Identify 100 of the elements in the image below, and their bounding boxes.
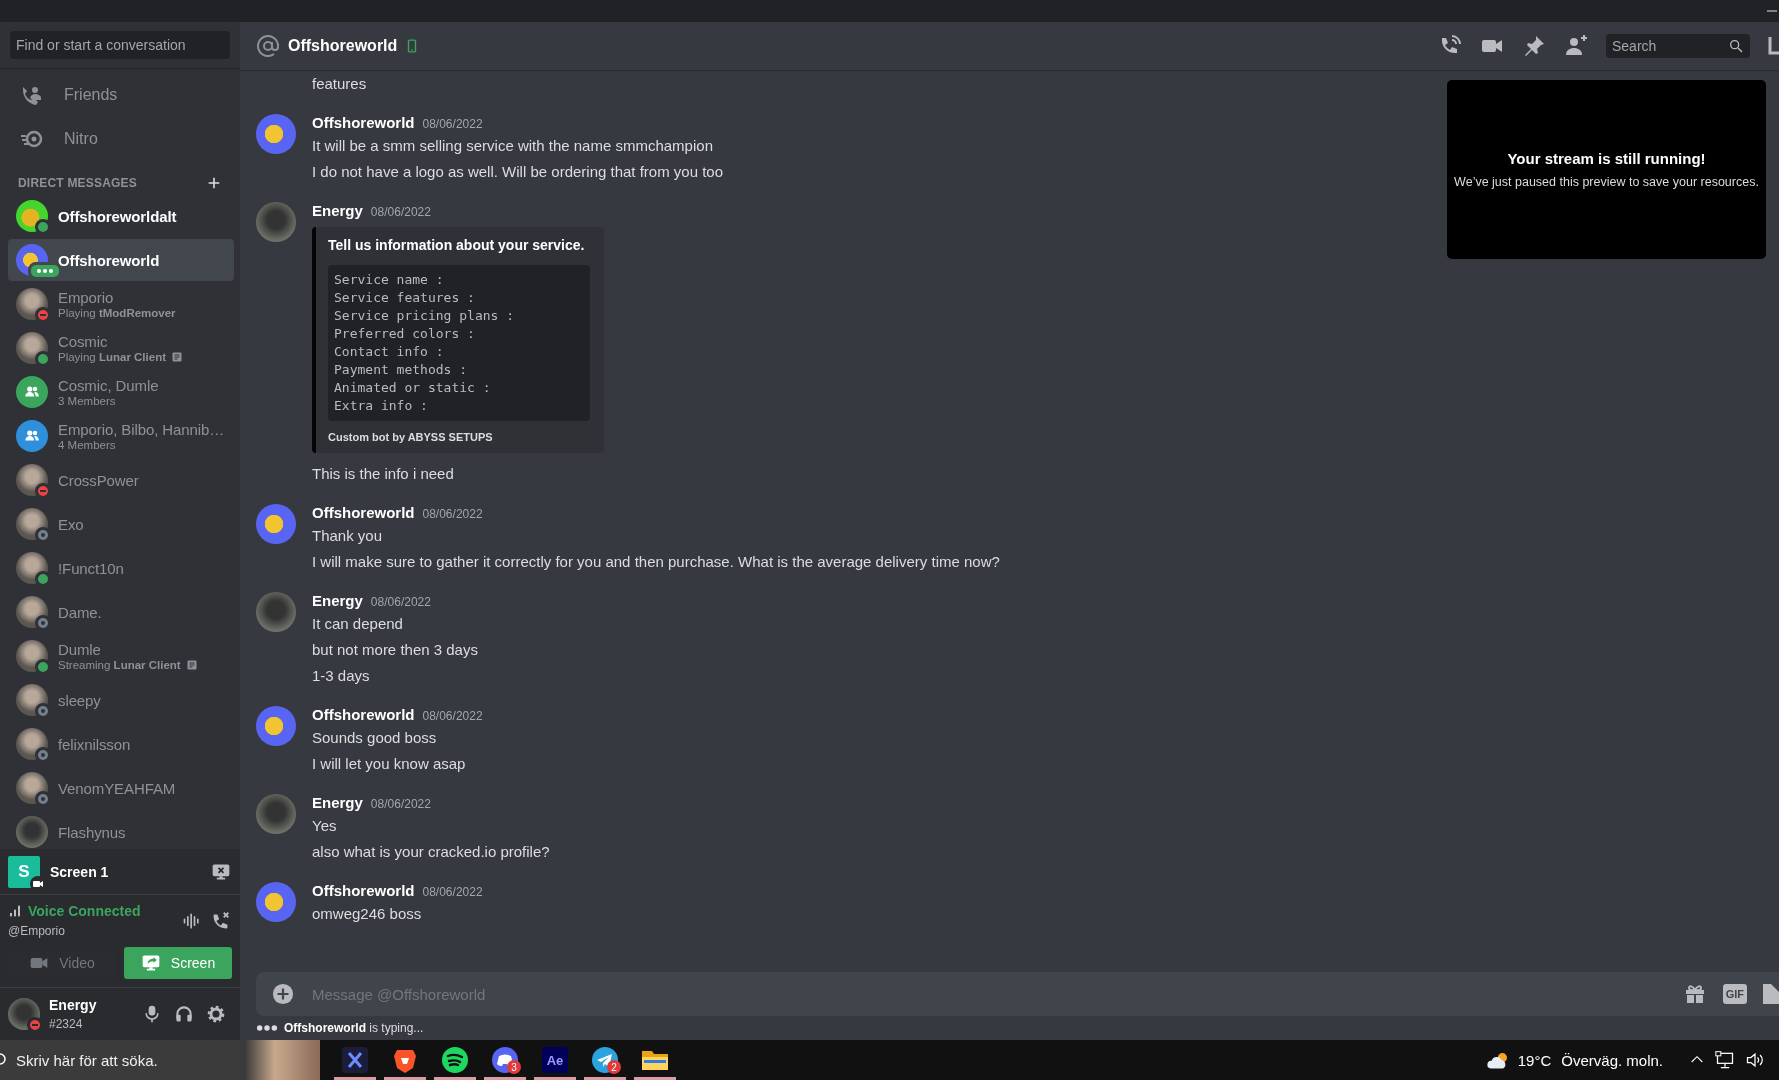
network-icon[interactable]	[1715, 1050, 1735, 1070]
conversation-item[interactable]: Emporio Playing tModRemover	[8, 283, 234, 325]
stripes-circle-icon	[441, 1046, 469, 1074]
conversation-name: Emporio, Bilbo, Hannib…	[58, 421, 225, 438]
message-text: It will be a smm selling service with the name smmchampion	[312, 137, 713, 154]
preview-title: Your stream is still running!	[1507, 150, 1706, 167]
channel-title: Offshoreworld	[288, 37, 398, 55]
taskbar-search-field[interactable]: Skriv här för att söka.	[8, 1040, 245, 1080]
conversation-item[interactable]: Dumle Streaming Lunar Client	[8, 635, 234, 677]
message-author: Energy	[312, 793, 363, 813]
avatar-photo	[8, 998, 40, 1030]
app-label: Ae	[546, 1052, 564, 1068]
stream-title: Screen 1	[50, 863, 109, 880]
user-tag: #2324	[49, 1017, 83, 1031]
message-text: 1-3 days	[312, 667, 370, 684]
at-icon	[256, 34, 280, 58]
screen-share-button[interactable]: Screen	[124, 947, 232, 979]
message-text: I will make sure to gather it correctly for you and then purchase. What is the average delivery time now?	[312, 553, 1000, 570]
conversation-name: CrossPower	[58, 471, 139, 489]
conversation-item[interactable]: Cosmic Playing Lunar Client	[8, 327, 234, 369]
conversation-item[interactable]: felixnilsson	[8, 723, 234, 765]
conversation-item[interactable]: Offshoreworld	[8, 239, 234, 281]
conversation-item[interactable]: sleepy	[8, 679, 234, 721]
message-author: Offshoreworld	[312, 881, 415, 901]
settings-icon[interactable]	[206, 1004, 226, 1024]
x-logo-icon	[341, 1046, 369, 1074]
activity-text: 3 Members	[58, 395, 116, 407]
conversation-item[interactable]: Exo	[8, 503, 234, 545]
conversation-item[interactable]: Dame.	[8, 591, 234, 633]
conversation-name: !Funct10n	[58, 559, 124, 577]
typing-indicator: Offshoreworld is typing...	[284, 1021, 424, 1035]
message-text: omweg246 boss	[312, 905, 422, 922]
conversation-item[interactable]: CrossPower	[8, 459, 234, 501]
notification-badge: 2	[607, 1060, 621, 1074]
activity-text: Playing Lunar Client	[58, 351, 166, 363]
taskbar-app[interactable]: Ae	[530, 1040, 580, 1080]
message-author: Offshoreworld	[312, 503, 415, 523]
nav-item[interactable]: Nitro	[64, 130, 98, 148]
message-text: I will let you know asap	[312, 755, 466, 772]
message-author: Energy	[312, 591, 363, 611]
conversation-name: VenomYEAHFAM	[58, 779, 176, 797]
search-field[interactable]: Find or start a conversation	[10, 31, 230, 59]
message-text: Sounds good boss	[312, 729, 437, 746]
activity-text: Streaming Lunar Client	[58, 659, 181, 671]
plus-icon[interactable]	[206, 175, 222, 191]
message-author: Offshoreworld	[312, 705, 415, 725]
conversation-name: Flashynus	[58, 823, 126, 841]
message-text: I do not have a logo as well. Will be ordering that from you too	[312, 163, 724, 180]
message-timestamp: 08/06/2022	[370, 594, 431, 611]
conversation-name: Exo	[58, 515, 84, 533]
voice-status: Voice Connected	[28, 903, 141, 919]
conversation-name: Offshoreworld	[58, 251, 160, 269]
typing-dots-icon	[256, 1024, 278, 1032]
message-text: This is the info i need	[312, 465, 454, 482]
microphone-icon[interactable]	[142, 1004, 162, 1024]
speaker-icon[interactable]	[1745, 1050, 1765, 1070]
conversation-name: Dumle	[58, 641, 102, 658]
conversation-item[interactable]: !Funct10n	[8, 547, 234, 589]
message-author: Energy	[312, 201, 363, 221]
conversation-name: Offshoreworldalt	[58, 207, 177, 225]
headphones-icon[interactable]	[174, 1004, 194, 1024]
conversation-name: sleepy	[58, 691, 101, 709]
message-timestamp: 08/06/2022	[422, 708, 483, 725]
screen-share-icon	[140, 953, 161, 973]
section-heading: DIRECT MESSAGES	[18, 176, 137, 190]
message-text: also what is your cracked.io profile?	[312, 843, 550, 860]
weather-cloud-sun-icon[interactable]	[1485, 1050, 1508, 1070]
notification-badge: 3	[507, 1060, 521, 1074]
gif-button[interactable]: GIF	[1722, 984, 1747, 1004]
message-author: Offshoreworld	[312, 113, 415, 133]
temperature: 19°C	[1517, 1051, 1552, 1069]
message-text: It can depend	[312, 615, 403, 632]
message-timestamp: 08/06/2022	[422, 506, 483, 523]
preview-message: We’ve just paused this preview to save your resources.	[1454, 175, 1759, 189]
conversation-item[interactable]: Cosmic, Dumle 3 Members	[8, 371, 234, 413]
conversation-item[interactable]: Emporio, Bilbo, Hannib… 4 Members	[8, 415, 234, 457]
add-attachment-icon[interactable]	[272, 983, 294, 1005]
noise-suppression-icon[interactable]	[182, 911, 202, 931]
conversation-name: felixnilsson	[58, 735, 131, 753]
voice-channel: @Emporio	[8, 924, 65, 938]
activity-text: Playing tModRemover	[58, 307, 176, 319]
message-text: Yes	[312, 817, 337, 834]
conversation-item[interactable]: VenomYEAHFAM	[8, 767, 234, 809]
conversation-item[interactable]: Offshoreworldalt	[8, 195, 234, 237]
message-text: but not more then 3 days	[312, 641, 478, 658]
taskbar-app[interactable]: 3	[480, 1040, 530, 1080]
message-text: Thank you	[312, 527, 383, 544]
add-friend-icon[interactable]	[1564, 34, 1588, 58]
conversation-item[interactable]: Flashynus	[8, 811, 234, 849]
nav-item[interactable]: Friends	[64, 86, 118, 104]
conversation-name: Emporio	[58, 289, 115, 306]
username: Energy	[49, 997, 97, 1013]
conversation-name: Cosmic, Dumle	[58, 377, 159, 394]
message-text: features	[312, 75, 367, 92]
message-timestamp: 08/06/2022	[370, 796, 431, 813]
code-block: Service name : Service features : Service pricing plans : Preferred colors : Contact info : Payment methods : Animated or static : Extra info :	[328, 265, 590, 421]
conversation-name: Dame.	[58, 603, 102, 621]
taskbar-app[interactable]: 2	[580, 1040, 630, 1080]
app-tile-icon	[541, 1046, 569, 1074]
search-field[interactable]: Search	[1606, 34, 1750, 58]
